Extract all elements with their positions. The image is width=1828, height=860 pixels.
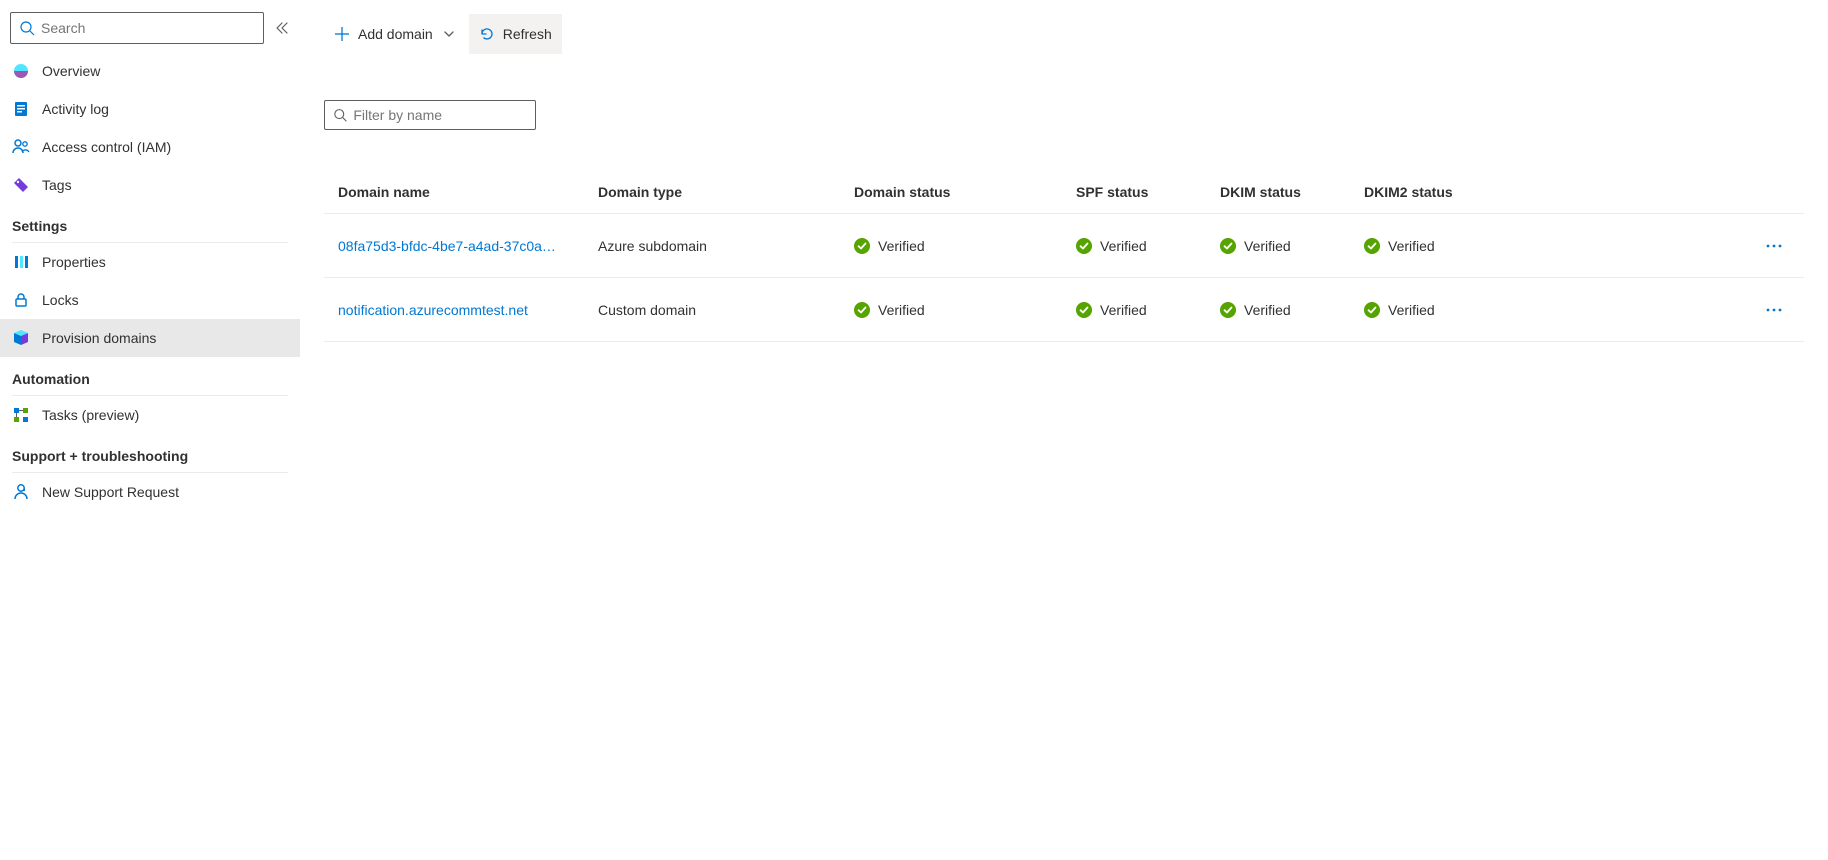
- sidebar-item-label: Activity log: [42, 101, 109, 117]
- table-header-row: Domain name Domain type Domain status SP…: [324, 170, 1804, 214]
- dkim2-status: Verified: [1364, 302, 1508, 318]
- sidebar-item-label: Tags: [42, 177, 72, 193]
- sidebar-item-label: Access control (IAM): [42, 139, 171, 155]
- sidebar-section-settings: Settings: [0, 204, 300, 240]
- sidebar-item-label: Provision domains: [42, 330, 156, 346]
- tag-icon: [12, 176, 30, 194]
- overview-icon: [12, 62, 30, 80]
- sidebar-item-provision-domains[interactable]: Provision domains: [0, 319, 300, 357]
- domain-name-link[interactable]: 08fa75d3-bfdc-4be7-a4ad-37c0a…: [338, 238, 568, 254]
- table-row: notification.azurecommtest.net Custom do…: [324, 278, 1804, 342]
- sidebar-item-label: Tasks (preview): [42, 407, 139, 423]
- verified-icon: [1364, 238, 1380, 254]
- col-header-type[interactable]: Domain type: [598, 184, 854, 200]
- verified-icon: [854, 238, 870, 254]
- dkim-status: Verified: [1220, 302, 1364, 318]
- refresh-label: Refresh: [503, 26, 552, 42]
- sidebar-item-tags[interactable]: Tags: [0, 166, 300, 204]
- domain-name-link[interactable]: notification.azurecommtest.net: [338, 302, 540, 318]
- row-more-button[interactable]: [1762, 298, 1786, 322]
- main-content: Add domain Refresh Domain name Domain ty…: [300, 0, 1828, 860]
- collapse-sidebar-button[interactable]: [272, 18, 292, 38]
- add-domain-label: Add domain: [358, 26, 433, 42]
- domain-status: Verified: [854, 302, 1076, 318]
- access-control-icon: [12, 138, 30, 156]
- filter-input[interactable]: [353, 107, 527, 123]
- ellipsis-icon: [1766, 308, 1782, 312]
- domain-status: Verified: [854, 238, 1076, 254]
- sidebar-search[interactable]: [10, 12, 264, 44]
- sidebar-item-overview[interactable]: Overview: [0, 52, 300, 90]
- provision-domains-icon: [12, 329, 30, 347]
- row-more-button[interactable]: [1762, 234, 1786, 258]
- sidebar-item-tasks[interactable]: Tasks (preview): [0, 396, 300, 434]
- verified-icon: [1076, 238, 1092, 254]
- spf-status: Verified: [1076, 302, 1220, 318]
- col-header-dkim2[interactable]: DKIM2 status: [1364, 184, 1508, 200]
- chevron-double-left-icon: [275, 21, 289, 35]
- verified-icon: [1364, 302, 1380, 318]
- spf-status: Verified: [1076, 238, 1220, 254]
- col-header-name[interactable]: Domain name: [338, 184, 598, 200]
- domains-table: Domain name Domain type Domain status SP…: [324, 170, 1804, 342]
- sidebar-item-access-control[interactable]: Access control (IAM): [0, 128, 300, 166]
- plus-icon: [334, 26, 350, 42]
- sidebar-search-input[interactable]: [41, 20, 255, 36]
- tasks-icon: [12, 406, 30, 424]
- dkim-status: Verified: [1220, 238, 1364, 254]
- col-header-status[interactable]: Domain status: [854, 184, 1076, 200]
- activity-log-icon: [12, 100, 30, 118]
- sidebar-item-locks[interactable]: Locks: [0, 281, 300, 319]
- sidebar-item-label: Properties: [42, 254, 106, 270]
- properties-icon: [12, 253, 30, 271]
- ellipsis-icon: [1766, 244, 1782, 248]
- domain-type: Azure subdomain: [598, 238, 854, 254]
- sidebar-item-activity-log[interactable]: Activity log: [0, 90, 300, 128]
- verified-icon: [1220, 238, 1236, 254]
- sidebar-section-support: Support + troubleshooting: [0, 434, 300, 470]
- domain-type: Custom domain: [598, 302, 854, 318]
- refresh-button[interactable]: Refresh: [469, 14, 562, 54]
- table-row: 08fa75d3-bfdc-4be7-a4ad-37c0a… Azure sub…: [324, 214, 1804, 278]
- verified-icon: [1220, 302, 1236, 318]
- dkim2-status: Verified: [1364, 238, 1508, 254]
- sidebar-item-label: Locks: [42, 292, 79, 308]
- sidebar-item-properties[interactable]: Properties: [0, 243, 300, 281]
- verified-icon: [854, 302, 870, 318]
- refresh-icon: [479, 26, 495, 42]
- sidebar-section-automation: Automation: [0, 357, 300, 393]
- search-icon: [19, 20, 35, 36]
- lock-icon: [12, 291, 30, 309]
- filter-by-name[interactable]: [324, 100, 536, 130]
- sidebar-item-label: New Support Request: [42, 484, 179, 500]
- col-header-spf[interactable]: SPF status: [1076, 184, 1220, 200]
- support-icon: [12, 483, 30, 501]
- sidebar: Overview Activity log Access control (IA…: [0, 0, 300, 860]
- search-icon: [333, 107, 347, 123]
- col-header-dkim[interactable]: DKIM status: [1220, 184, 1364, 200]
- verified-icon: [1076, 302, 1092, 318]
- toolbar: Add domain Refresh: [324, 12, 1828, 56]
- chevron-down-icon: [443, 28, 455, 40]
- sidebar-item-label: Overview: [42, 63, 100, 79]
- sidebar-item-new-support-request[interactable]: New Support Request: [0, 473, 300, 511]
- add-domain-button[interactable]: Add domain: [324, 14, 465, 54]
